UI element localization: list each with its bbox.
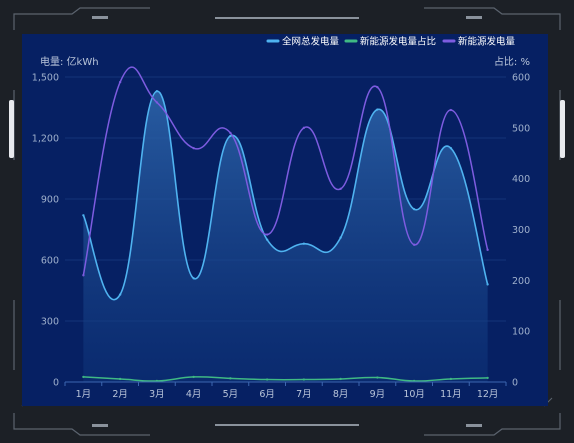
data-point (229, 377, 232, 380)
data-point (192, 375, 195, 379)
y-right-tick-label: 400 (512, 174, 530, 185)
x-tick-label: 6月 (259, 389, 275, 400)
x-tick-label: 4月 (186, 389, 202, 400)
y-left-tick-label: 900 (41, 195, 59, 206)
y-left-tick-label: 0 (53, 378, 59, 389)
legend-label: 新能源发电量 (458, 36, 516, 48)
data-point (449, 377, 453, 381)
x-tick-label: 7月 (296, 389, 312, 400)
data-point (486, 248, 489, 252)
x-tick-label: 2月 (112, 389, 128, 400)
data-point (155, 101, 159, 104)
data-point (118, 293, 122, 296)
x-tick-label: 10月 (403, 389, 425, 400)
data-point (192, 277, 195, 280)
data-point (82, 274, 85, 277)
data-point (449, 108, 453, 112)
data-point (82, 214, 85, 217)
x-tick-label: 5月 (223, 389, 239, 400)
data-point (339, 377, 342, 381)
data-point (265, 378, 269, 381)
data-point (339, 236, 342, 239)
y-left-tick-label: 1,200 (32, 134, 59, 145)
data-point (449, 146, 453, 150)
data-point (302, 126, 306, 130)
data-point (229, 131, 232, 135)
y-left-axis-title: 电量: 亿kWh (40, 55, 99, 68)
legend-label: 新能源发电量占比 (360, 36, 436, 48)
data-point (82, 375, 85, 379)
y-left-tick-label: 600 (41, 256, 59, 267)
legend-label: 全网总发电量 (282, 36, 340, 48)
x-tick-label: 1月 (76, 389, 92, 400)
x-tick-label: 12月 (477, 389, 499, 400)
data-point (192, 146, 195, 150)
data-point (376, 85, 379, 89)
line-chart: 0 300 600 900 1,200 1,500 0 100 200 300 400 500 600 电… (32, 36, 530, 401)
data-point (412, 207, 416, 211)
y-right-tick-label: 300 (512, 225, 530, 236)
y-left-tick-label: 300 (41, 317, 59, 328)
data-point (339, 187, 342, 191)
data-point (118, 377, 122, 381)
data-point (412, 243, 416, 246)
y-left-tick-label: 1,500 (32, 73, 59, 84)
data-point (486, 283, 489, 286)
y-right-tick-label: 500 (512, 123, 530, 134)
data-point (302, 242, 306, 245)
data-point (265, 233, 269, 236)
data-point (118, 80, 122, 84)
data-point (486, 376, 489, 380)
data-point (265, 238, 269, 241)
x-tick-label: 9月 (370, 389, 386, 400)
data-point (155, 90, 159, 93)
x-tick-label: 11月 (440, 389, 462, 400)
data-point (376, 376, 379, 379)
y-right-tick-label: 100 (512, 327, 530, 338)
data-point (376, 108, 379, 111)
y-right-tick-label: 600 (512, 73, 530, 84)
y-right-axis-title: 占比: % (494, 55, 530, 68)
y-right-tick-label: 0 (512, 378, 518, 389)
x-tick-label: 3月 (149, 389, 165, 400)
y-right-tick-label: 200 (512, 276, 530, 287)
data-point (302, 378, 306, 381)
x-tick-label: 8月 (333, 389, 349, 400)
